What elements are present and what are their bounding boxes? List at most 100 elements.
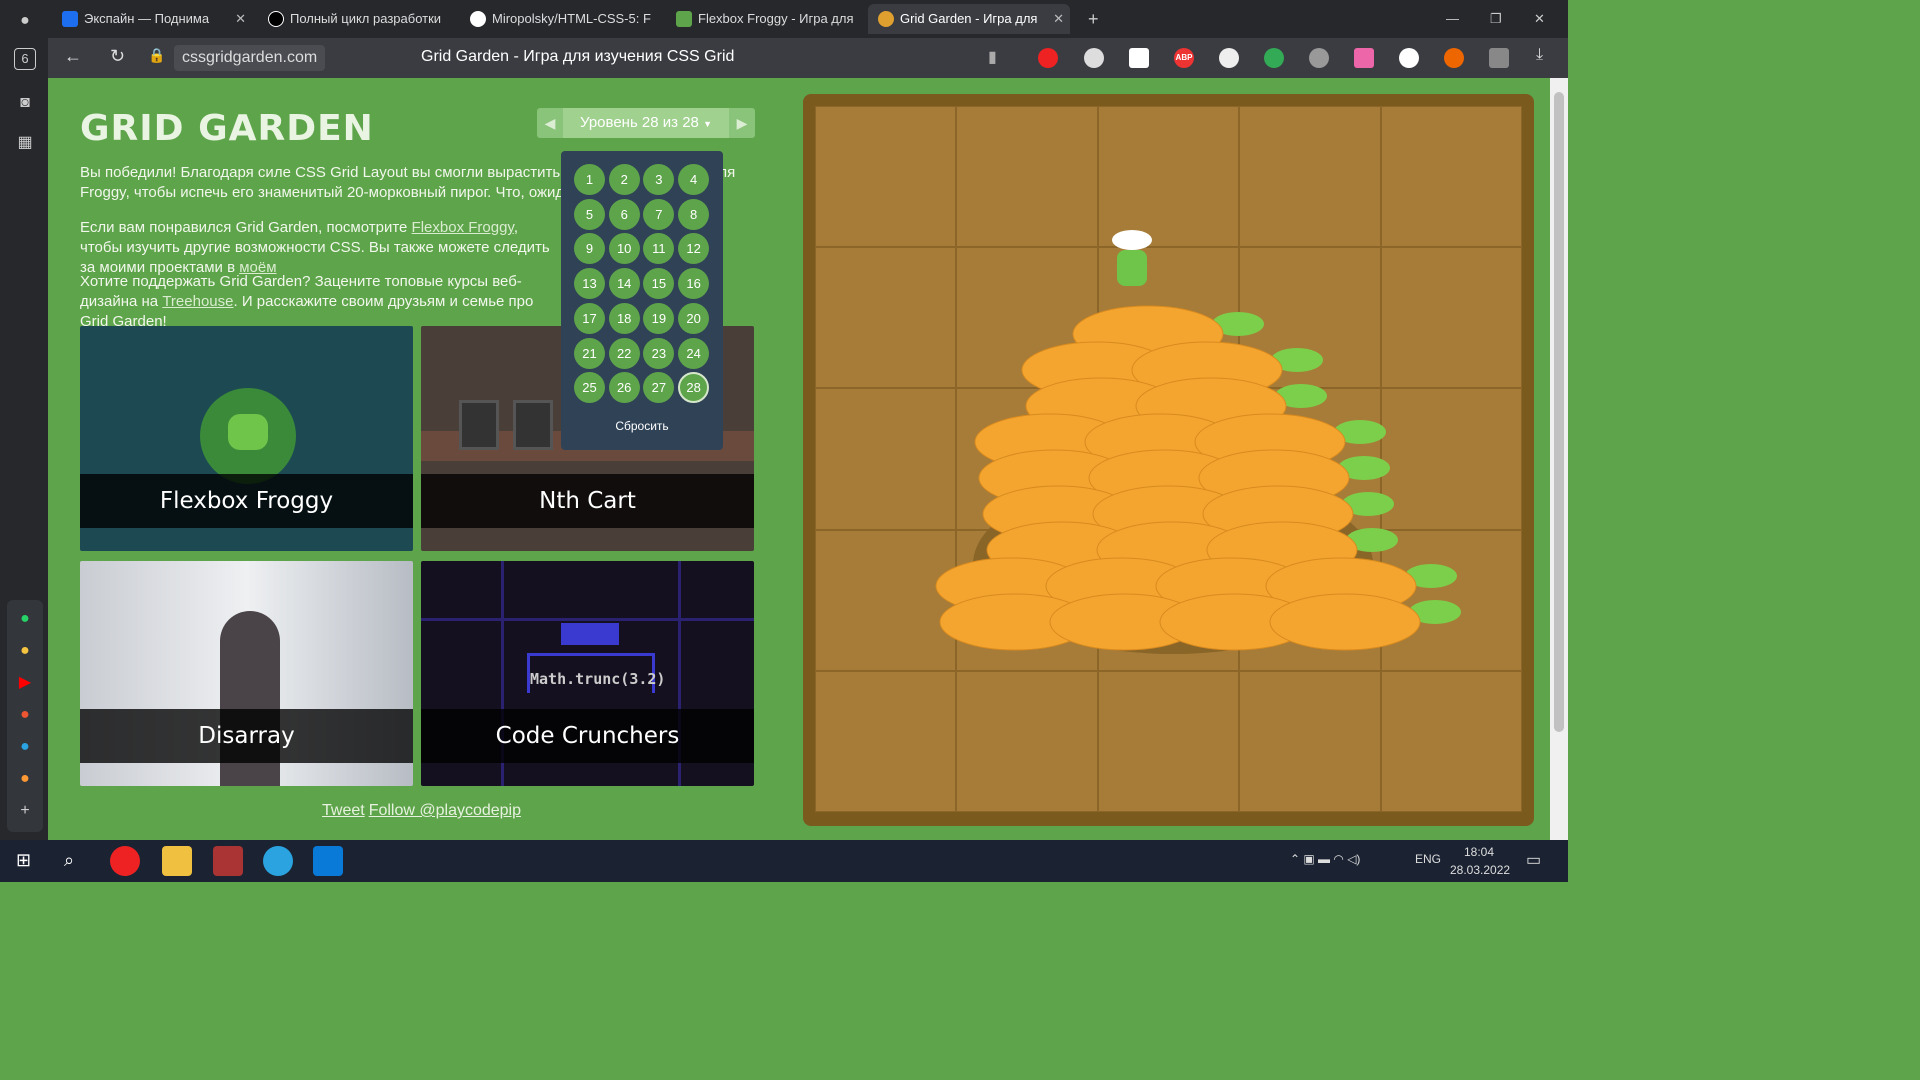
vscode-icon[interactable] [313, 846, 343, 876]
card-disarray[interactable]: Disarray [80, 561, 413, 786]
level-button[interactable]: 2 [608, 164, 640, 195]
language-indicator[interactable]: ENG [1415, 852, 1441, 866]
youtube-icon[interactable]: ▶ [12, 670, 38, 696]
yandex-browser-icon[interactable] [110, 846, 140, 876]
level-button[interactable]: 20 [678, 302, 710, 334]
w-ext-icon[interactable] [1399, 48, 1419, 68]
cart-2 [513, 400, 553, 450]
tray-icons[interactable]: ⌃ ▣ ▬ ◠ ◁) [1290, 852, 1360, 866]
profile-icon[interactable]: ● [12, 8, 38, 34]
level-button[interactable]: 17 [574, 302, 605, 334]
add-icon[interactable]: + [12, 798, 38, 824]
level-button[interactable]: 23 [643, 337, 675, 369]
level-button[interactable]: 12 [678, 233, 710, 265]
scrollbar[interactable] [1550, 78, 1568, 840]
translate-icon[interactable]: ● [12, 702, 38, 728]
reload-icon[interactable]: ↻ [110, 46, 125, 67]
level-button[interactable]: 10 [608, 233, 640, 265]
promo-text: Если вам понравился Grid Garden, посмотр… [80, 218, 560, 278]
ball-ext-icon[interactable] [1084, 48, 1104, 68]
url-field[interactable]: cssgridgarden.com [174, 45, 326, 71]
tab-github[interactable]: Miropolsky/HTML-CSS-5: F [460, 4, 660, 34]
abp-ext-icon[interactable]: ABP [1174, 48, 1194, 68]
camera-icon[interactable]: ◙ [12, 90, 38, 116]
winrar-icon[interactable] [213, 846, 243, 876]
level-button[interactable]: 21 [574, 337, 605, 369]
level-button[interactable]: 26 [608, 372, 640, 404]
tab-favicon [268, 11, 284, 27]
bulb-ext-icon[interactable] [1309, 48, 1329, 68]
clock-time[interactable]: 18:04 [1464, 845, 1494, 859]
taskbar: ⊞ ⌕ ⌃ ▣ ▬ ◠ ◁) ENG 18:04 28.03.2022 ▭ [0, 840, 1568, 882]
level-button[interactable]: 14 [608, 268, 640, 300]
app-icon[interactable]: ● [12, 638, 38, 664]
close-icon[interactable]: ✕ [235, 4, 246, 34]
file-explorer-icon[interactable] [162, 846, 192, 876]
close-window-button[interactable]: ✕ [1534, 4, 1564, 34]
tab-expine[interactable]: Экспайн — Поднима ✕ [52, 4, 252, 34]
maximize-button[interactable]: ❐ [1490, 4, 1520, 34]
notifications-icon[interactable]: ▭ [1526, 850, 1541, 870]
level-button[interactable]: 11 [643, 233, 675, 265]
level-button[interactable]: 7 [643, 198, 675, 230]
telegram-icon[interactable]: ● [12, 734, 38, 760]
minimize-button[interactable]: — [1446, 4, 1476, 34]
level-button[interactable]: 8 [678, 198, 710, 230]
tab-dev-cycle[interactable]: Полный цикл разработки [258, 4, 454, 34]
level-button[interactable]: 3 [643, 164, 675, 195]
youtube-ext-icon[interactable] [1038, 48, 1058, 68]
treehouse-link[interactable]: Treehouse [162, 293, 233, 310]
scrollbar-thumb[interactable] [1554, 92, 1564, 732]
follow-link[interactable]: Follow @playcodepip [369, 802, 521, 819]
level-button[interactable]: 6 [608, 198, 640, 230]
level-button[interactable]: 1 [574, 164, 605, 195]
reset-button[interactable]: Сбросить [561, 419, 723, 433]
back-icon[interactable]: ← [64, 46, 82, 67]
level-button[interactable]: 16 [678, 268, 710, 300]
vk-ext-icon[interactable] [1129, 48, 1149, 68]
level-button[interactable]: 28 [678, 372, 710, 404]
lock-icon[interactable]: 🔒 [148, 47, 165, 64]
app-icon-2[interactable]: ● [12, 766, 38, 792]
tab-grid-garden[interactable]: Grid Garden - Игра для ✕ [868, 4, 1070, 34]
level-button[interactable]: 24 [678, 337, 710, 369]
shield-ext-icon[interactable] [1264, 48, 1284, 68]
c-ext-icon[interactable] [1444, 48, 1464, 68]
search-icon[interactable]: ⌕ [64, 850, 74, 871]
prev-level-button[interactable]: ◀ [537, 108, 563, 138]
level-selector[interactable]: ◀ Уровень 28 из 28 ▼ ▶ [537, 108, 755, 138]
level-indicator[interactable]: Уровень 28 из 28 ▼ [563, 108, 729, 138]
new-tab-button[interactable]: + [1088, 4, 1110, 34]
tweet-link[interactable]: Tweet [322, 802, 365, 819]
tab-flexbox-froggy[interactable]: Flexbox Froggy - Игра для [666, 4, 862, 34]
sidebar-apps-panel: ● ● ▶ ● ● ● + [7, 600, 43, 832]
flexbox-froggy-link[interactable]: Flexbox Froggy [412, 219, 514, 236]
card-code-crunchers[interactable]: Math.trunc(3.2) Code Crunchers [421, 561, 754, 786]
level-button[interactable]: 9 [574, 233, 605, 265]
level-button[interactable]: 19 [643, 302, 675, 334]
gradient-ext-icon[interactable] [1354, 48, 1374, 68]
translate-ext-icon[interactable] [1489, 48, 1509, 68]
level-button[interactable]: 5 [574, 198, 605, 230]
tab-count-badge[interactable]: 6 [14, 48, 36, 70]
clock-date[interactable]: 28.03.2022 [1450, 863, 1510, 877]
telegram-icon[interactable] [263, 846, 293, 876]
level-button[interactable]: 27 [643, 372, 675, 404]
whatsapp-icon[interactable]: ● [12, 606, 38, 632]
next-level-button[interactable]: ▶ [729, 108, 755, 138]
bookmark-icon[interactable]: ▮ [988, 47, 997, 67]
extension-icon[interactable] [1219, 48, 1239, 68]
windows-start-icon[interactable]: ⊞ [16, 850, 31, 871]
level-button[interactable]: 22 [608, 337, 640, 369]
apps-grid-icon[interactable]: ▦ [12, 130, 38, 156]
level-button[interactable]: 25 [574, 372, 605, 404]
carrot-icon [878, 11, 894, 27]
card-flexbox-froggy[interactable]: Flexbox Froggy [80, 326, 413, 551]
level-button[interactable]: 15 [643, 268, 675, 300]
close-icon[interactable]: ✕ [1053, 4, 1064, 34]
download-icon[interactable]: ⤓ [1536, 46, 1543, 64]
level-button[interactable]: 4 [678, 164, 710, 195]
level-button[interactable]: 13 [574, 268, 605, 300]
level-button[interactable]: 18 [608, 302, 640, 334]
chef-hat [1112, 230, 1152, 250]
